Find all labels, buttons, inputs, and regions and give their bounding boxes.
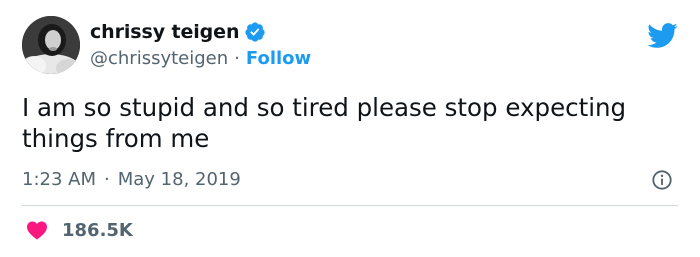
- tweet-text: I am so stupid and so tired please stop …: [22, 93, 627, 153]
- handle-separator: ·: [234, 47, 240, 69]
- divider: [22, 205, 678, 206]
- tweet-card: chrissy teigen @chrissyteigen · Follow I…: [0, 0, 700, 257]
- follow-button[interactable]: Follow: [246, 48, 311, 69]
- display-name[interactable]: chrissy teigen: [90, 21, 239, 43]
- tweet-time[interactable]: 1:23 AM: [22, 167, 96, 193]
- twitter-bird-icon[interactable]: [646, 22, 678, 49]
- tweet-date[interactable]: May 18, 2019: [118, 167, 241, 193]
- heart-icon[interactable]: [26, 220, 48, 240]
- tweet-header: chrissy teigen @chrissyteigen · Follow: [22, 14, 311, 76]
- user-info: chrissy teigen @chrissyteigen · Follow: [90, 19, 311, 71]
- avatar[interactable]: [22, 16, 80, 74]
- verified-badge-icon: [244, 21, 266, 43]
- timestamp-separator: ·: [104, 169, 110, 190]
- like-count: 186.5K: [62, 219, 133, 241]
- handle-row: @chrissyteigen · Follow: [90, 45, 311, 71]
- name-row: chrissy teigen: [90, 19, 311, 45]
- likes-row[interactable]: 186.5K: [26, 216, 133, 244]
- info-icon[interactable]: [651, 169, 673, 191]
- user-handle[interactable]: @chrissyteigen: [90, 48, 228, 69]
- tweet-timestamp[interactable]: 1:23 AM · May 18, 2019: [22, 167, 241, 193]
